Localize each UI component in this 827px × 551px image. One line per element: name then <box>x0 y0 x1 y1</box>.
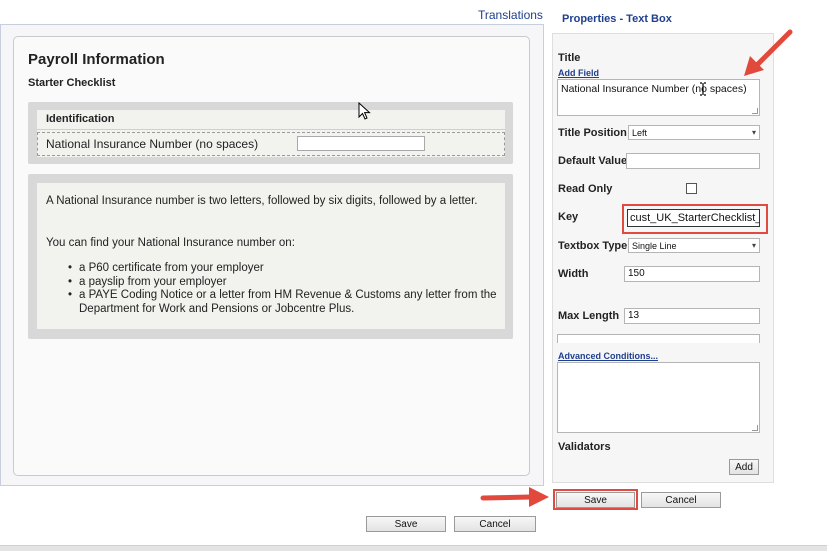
default-value-label: Default Value <box>558 155 628 167</box>
i-beam-cursor-icon <box>700 82 706 96</box>
textbox-type-label: Textbox Type <box>558 240 628 252</box>
width-input[interactable]: 150 <box>624 266 760 282</box>
default-value-input[interactable] <box>626 153 760 169</box>
red-arrow-icon <box>480 487 549 507</box>
bottom-scrollbar[interactable] <box>0 545 827 551</box>
key-input[interactable]: cust_UK_StarterChecklist_ <box>627 209 760 227</box>
form-subtitle: Starter Checklist <box>28 77 116 89</box>
validators-label: Validators <box>558 441 611 453</box>
title-label: Title <box>558 52 581 64</box>
properties-panel-title: Properties - Text Box <box>562 13 672 25</box>
form-save-button[interactable]: Save <box>366 516 446 532</box>
title-position-label: Title Position <box>558 127 627 139</box>
advanced-conditions-top-strip <box>557 334 760 343</box>
textbox-type-value: Single Line <box>632 240 677 251</box>
bullet-icon: • <box>68 289 73 301</box>
bullet-icon: • <box>68 262 73 274</box>
ni-number-input[interactable] <box>297 136 425 151</box>
list-item: • a payslip from your employer <box>68 275 227 288</box>
form-cancel-button[interactable]: Cancel <box>454 516 536 532</box>
resize-grip-icon[interactable] <box>752 108 758 114</box>
info-paragraph-2: You can find your National Insurance num… <box>46 237 295 249</box>
properties-cancel-button[interactable]: Cancel <box>641 492 721 508</box>
max-length-label: Max Length <box>558 310 620 322</box>
red-arrow-icon <box>744 29 793 76</box>
title-text: National Insurance Number (no spaces) <box>561 83 747 95</box>
mouse-pointer-icon <box>358 102 371 120</box>
properties-save-button[interactable]: Save <box>556 492 635 508</box>
width-label: Width <box>558 268 589 280</box>
bullet-icon: • <box>68 275 73 288</box>
add-validator-button[interactable]: Add <box>729 459 759 475</box>
max-length-input[interactable]: 13 <box>624 308 760 324</box>
textbox-type-select[interactable]: Single Line ▾ <box>628 238 760 253</box>
advanced-conditions-link[interactable]: Advanced Conditions... <box>558 351 658 361</box>
read-only-label: Read Only <box>558 183 613 195</box>
chevron-down-icon: ▾ <box>751 128 756 137</box>
list-item: • a P60 certificate from your employer <box>68 262 264 274</box>
title-textarea[interactable]: National Insurance Number (no spaces) <box>557 79 760 116</box>
advanced-conditions-textarea[interactable] <box>557 362 760 433</box>
read-only-checkbox[interactable] <box>686 183 697 194</box>
info-paragraph-1: A National Insurance number is two lette… <box>46 195 478 207</box>
translations-link[interactable]: Translations <box>478 8 543 22</box>
ni-number-field-label: National Insurance Number (no spaces) <box>46 137 259 151</box>
add-field-link[interactable]: Add Field <box>558 68 599 78</box>
chevron-down-icon: ▾ <box>751 241 756 250</box>
key-label: Key <box>558 211 579 223</box>
section-heading: Identification <box>37 110 505 130</box>
info-list: • a P60 certificate from your employer • a… <box>46 262 502 316</box>
resize-grip-icon[interactable] <box>752 425 758 431</box>
form-title: Payroll Information <box>28 51 165 68</box>
list-item: • a PAYE Coding Notice or a letter from H… <box>68 289 497 315</box>
title-position-value: Left <box>632 127 648 138</box>
title-position-select[interactable]: Left ▾ <box>628 125 760 140</box>
